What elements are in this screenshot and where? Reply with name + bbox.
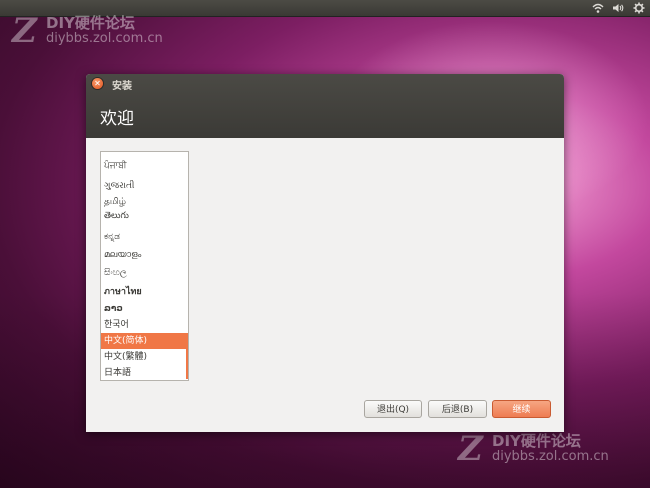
list-item[interactable]: తెలుగు xyxy=(101,208,188,224)
wifi-icon[interactable] xyxy=(591,1,605,15)
watermark-logo: Z xyxy=(458,429,483,469)
watermark-url: diybbs.zol.com.cn xyxy=(46,31,163,46)
language-list[interactable]: ਪੰਜਾਬੀ ગુજરાતી தமிழ் తెలుగు ಕನ್ನಡ മലയാളം… xyxy=(100,151,189,381)
window-titlebar[interactable]: ✕ 安装 欢迎 xyxy=(86,74,564,138)
list-item[interactable]: සිංහල xyxy=(101,265,188,281)
continue-button[interactable]: 继续 xyxy=(492,400,551,418)
list-item[interactable]: ລາວ xyxy=(101,301,188,317)
watermark-title: DIY硬件论坛 xyxy=(492,432,581,450)
gear-icon[interactable] xyxy=(632,1,646,15)
list-scrollbar[interactable] xyxy=(186,333,188,379)
watermark-top: Z DIY硬件论坛 diybbs.zol.com.cn xyxy=(12,14,163,48)
back-button[interactable]: 后退(B) xyxy=(428,400,487,418)
list-item-selected[interactable]: 中文(简体) xyxy=(101,333,188,349)
list-item[interactable]: ਪੰਜਾਬੀ xyxy=(101,158,188,174)
list-item[interactable]: ગુજરાતી xyxy=(101,178,188,194)
list-item[interactable]: മലയാളം xyxy=(101,247,188,263)
page-title: 欢迎 xyxy=(100,109,134,129)
list-item[interactable]: 中文(繁體) xyxy=(101,349,188,365)
watermark-url: diybbs.zol.com.cn xyxy=(492,449,609,464)
list-item[interactable]: 한국어 xyxy=(101,317,188,333)
quit-button[interactable]: 退出(Q) xyxy=(364,400,422,418)
watermark-bottom: Z DIY硬件论坛 diybbs.zol.com.cn xyxy=(458,432,609,466)
watermark-title: DIY硬件论坛 xyxy=(46,14,135,32)
installer-window: ✕ 安装 欢迎 ਪੰਜਾਬੀ ગુજરાતી தமிழ் తెలుగు ಕನ್ನ… xyxy=(86,74,564,432)
list-item[interactable]: 日本語 xyxy=(101,365,188,380)
list-item[interactable]: ಕನ್ನಡ xyxy=(101,229,188,245)
list-item[interactable]: ภาษาไทย xyxy=(101,284,188,300)
close-icon[interactable]: ✕ xyxy=(92,78,103,89)
watermark-logo: Z xyxy=(12,11,37,51)
volume-icon[interactable] xyxy=(611,1,625,15)
window-title: 安装 xyxy=(112,81,132,92)
